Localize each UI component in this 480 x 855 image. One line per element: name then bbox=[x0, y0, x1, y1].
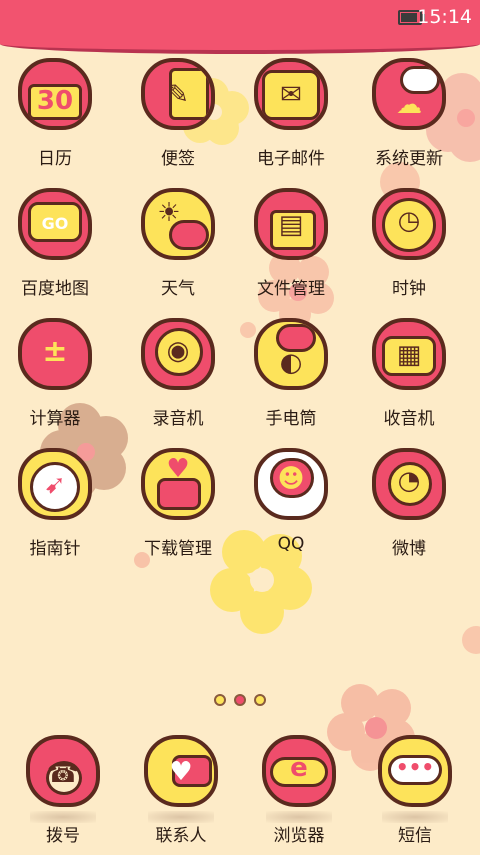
flashlight-icon: ◐ bbox=[254, 318, 328, 390]
app-label: 录音机 bbox=[152, 409, 204, 429]
phone-icon: ☎ bbox=[26, 735, 100, 807]
app-weibo[interactable]: ◔ 微博 bbox=[354, 448, 464, 568]
app-label: 天气 bbox=[161, 279, 195, 299]
app-radio[interactable]: ▦ 收音机 bbox=[354, 318, 464, 438]
app-system-update[interactable]: ☁ 系统更新 bbox=[354, 58, 464, 178]
dock: ☎ 拨号 ♥ 联系人 e 浏览器 ••• 短信 bbox=[0, 735, 480, 853]
page-dot[interactable] bbox=[214, 694, 226, 706]
page-dot-active[interactable] bbox=[234, 694, 246, 706]
map-icon: GO bbox=[18, 188, 92, 260]
dock-phone[interactable]: ☎ 拨号 bbox=[8, 735, 118, 855]
clock-icon: ◷ bbox=[372, 188, 446, 260]
dock-browser[interactable]: e 浏览器 bbox=[244, 735, 354, 855]
app-label: 文件管理 bbox=[257, 279, 325, 299]
app-label: 百度地图 bbox=[21, 279, 89, 299]
app-download-manager[interactable]: ♥ 下载管理 bbox=[123, 448, 233, 568]
app-clock[interactable]: ◷ 时钟 bbox=[354, 188, 464, 308]
contacts-icon: ♥ bbox=[144, 735, 218, 807]
app-calendar[interactable]: 30 日历 bbox=[0, 58, 110, 178]
app-label: 时钟 bbox=[392, 279, 426, 299]
app-label: 系统更新 bbox=[375, 149, 443, 169]
app-label: 浏览器 bbox=[273, 826, 325, 846]
app-label: 下载管理 bbox=[144, 539, 212, 559]
app-file-manager[interactable]: ▤ 文件管理 bbox=[236, 188, 346, 308]
app-label: 日历 bbox=[38, 149, 72, 169]
app-email[interactable]: ✉ 电子邮件 bbox=[236, 58, 346, 178]
app-label: 指南针 bbox=[29, 539, 81, 559]
recorder-icon: ◉ bbox=[141, 318, 215, 390]
app-label: 便签 bbox=[161, 149, 195, 169]
message-icon: ••• bbox=[378, 735, 452, 807]
app-label: 电子邮件 bbox=[257, 149, 325, 169]
dock-contacts[interactable]: ♥ 联系人 bbox=[126, 735, 236, 855]
app-notes[interactable]: ✎ 便签 bbox=[123, 58, 233, 178]
app-qq[interactable]: ☻ QQ bbox=[236, 448, 346, 568]
app-compass[interactable]: ➹ 指南针 bbox=[0, 448, 110, 568]
calculator-icon: ± bbox=[18, 318, 92, 390]
app-label: 手电筒 bbox=[265, 409, 317, 429]
page-dot[interactable] bbox=[254, 694, 266, 706]
app-baidu-map[interactable]: GO 百度地图 bbox=[0, 188, 110, 308]
folder-icon: ▤ bbox=[254, 188, 328, 260]
app-label: 短信 bbox=[398, 826, 432, 846]
radio-icon: ▦ bbox=[372, 318, 446, 390]
app-label: 计算器 bbox=[29, 409, 81, 429]
app-label: 微博 bbox=[392, 539, 426, 559]
calendar-icon: 30 bbox=[18, 58, 92, 130]
app-label: 收音机 bbox=[383, 409, 435, 429]
app-label: 拨号 bbox=[46, 826, 80, 846]
app-calculator[interactable]: ± 计算器 bbox=[0, 318, 110, 438]
page-indicator[interactable] bbox=[212, 694, 272, 710]
app-label: 联系人 bbox=[155, 826, 207, 846]
browser-icon: e bbox=[262, 735, 336, 807]
weather-icon: ☀ bbox=[141, 188, 215, 260]
download-icon: ♥ bbox=[141, 448, 215, 520]
app-label: QQ bbox=[277, 534, 305, 554]
weibo-icon: ◔ bbox=[372, 448, 446, 520]
app-recorder[interactable]: ◉ 录音机 bbox=[123, 318, 233, 438]
mail-icon: ✉ bbox=[254, 58, 328, 130]
update-icon: ☁ bbox=[372, 58, 446, 130]
notes-icon: ✎ bbox=[141, 58, 215, 130]
app-weather[interactable]: ☀ 天气 bbox=[123, 188, 233, 308]
compass-icon: ➹ bbox=[18, 448, 92, 520]
app-flashlight[interactable]: ◐ 手电筒 bbox=[236, 318, 346, 438]
qq-penguin-icon: ☻ bbox=[254, 448, 328, 520]
dock-messages[interactable]: ••• 短信 bbox=[360, 735, 470, 855]
